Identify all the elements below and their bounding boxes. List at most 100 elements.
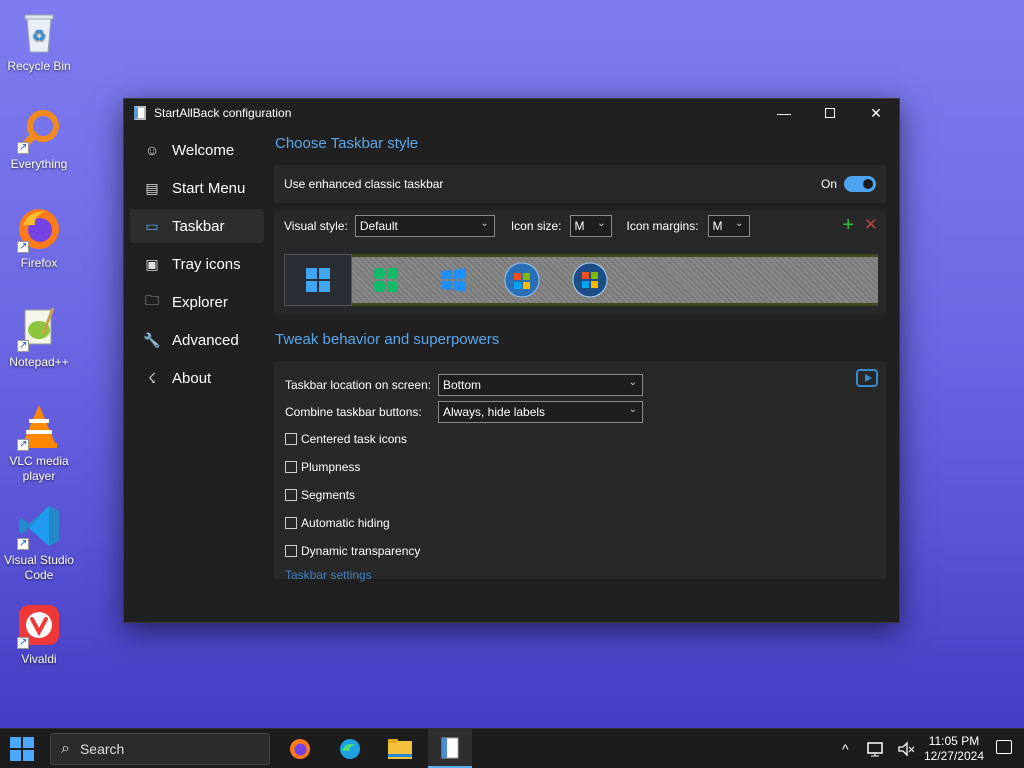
taskbar-settings-link[interactable]: Taskbar settings <box>285 568 875 582</box>
checkbox-box[interactable] <box>285 545 297 557</box>
network-icon[interactable] <box>866 729 886 768</box>
desktop-icon-firefox[interactable]: Firefox <box>2 205 76 271</box>
desktop-icon-vlc[interactable]: VLC media player <box>2 403 76 484</box>
style-preview-vista[interactable] <box>556 254 624 306</box>
enhanced-taskbar-row: Use enhanced classic taskbar On <box>274 165 886 203</box>
desktop-icon-notepadpp[interactable]: Notepad++ <box>2 304 76 370</box>
visual-style-card: Visual style: Default ⌄ Icon size: M ⌄ I… <box>274 210 886 314</box>
chevron-down-icon: ⌄ <box>628 376 637 388</box>
taskbar-location-select[interactable]: Bottom ⌄ <box>438 373 643 396</box>
checkbox-box[interactable] <box>285 517 297 529</box>
desktop-icon-vscode[interactable]: Visual Studio Code <box>2 502 76 583</box>
desktop-icon-vivaldi[interactable]: Vivaldi <box>2 601 76 667</box>
start-button[interactable] <box>10 737 34 761</box>
sidebar-item-label: Tray icons <box>172 255 241 273</box>
sidebar-item-welcome[interactable]: ☺ Welcome <box>130 133 264 167</box>
enhanced-taskbar-toggle[interactable] <box>844 176 876 192</box>
automatic-hiding-checkbox[interactable]: Automatic hiding <box>285 509 875 537</box>
svg-text:♻: ♻ <box>32 26 46 45</box>
startallback-app-icon <box>134 106 146 120</box>
startallback-config-window: StartAllBack configuration — ✕ ☺ Welcome… <box>123 98 900 623</box>
add-style-button[interactable]: + <box>842 214 854 237</box>
taskbar-edge[interactable] <box>328 729 372 768</box>
plumpness-checkbox[interactable]: Plumpness <box>285 453 875 481</box>
taskbar-startallback[interactable] <box>428 729 472 768</box>
checkbox-box[interactable] <box>285 489 297 501</box>
desktop-icon-recycle-bin[interactable]: ♻ Recycle Bin <box>2 8 76 74</box>
sidebar-item-label: Advanced <box>172 331 239 349</box>
taskbar-firefox[interactable] <box>278 729 322 768</box>
sidebar-item-label: Taskbar <box>172 217 225 235</box>
volume-muted-icon[interactable] <box>896 729 916 768</box>
taskbar-location-label: Taskbar location on screen: <box>285 377 432 392</box>
icon-size-label: Icon size: <box>510 219 562 233</box>
combine-buttons-label: Combine taskbar buttons: <box>285 404 422 419</box>
video-help-icon[interactable] <box>856 369 878 387</box>
icon-margins-select[interactable]: M ⌄ <box>707 215 750 237</box>
style-preview-windows11[interactable] <box>284 254 352 306</box>
close-button[interactable]: ✕ <box>853 99 899 127</box>
windows-logo-icon <box>10 737 21 748</box>
recycle-bin-icon: ♻ <box>15 8 63 56</box>
centered-task-icons-checkbox[interactable]: Centered task icons <box>285 425 875 453</box>
chevron-down-icon: ⌄ <box>628 403 637 415</box>
clock-date: 12/27/2024 <box>923 749 984 763</box>
chevron-down-icon: ⌄ <box>735 218 744 229</box>
show-hidden-icons-button[interactable]: ^ <box>842 729 849 768</box>
visual-style-label: Visual style: <box>284 219 348 233</box>
sidebar-item-start-menu[interactable]: ▤ Start Menu <box>130 171 264 205</box>
firefox-icon <box>290 739 310 759</box>
chevron-up-icon: ^ <box>842 741 849 757</box>
toggle-state-label: On <box>820 177 837 191</box>
folder-icon: 🗀 <box>145 292 159 308</box>
main-panel: Choose Taskbar style Use enhanced classi… <box>274 135 886 582</box>
sidebar-item-taskbar[interactable]: ▭ Taskbar <box>130 209 264 243</box>
checkbox-box[interactable] <box>285 433 297 445</box>
sidebar-item-label: About <box>172 369 212 387</box>
minimize-icon: — <box>777 105 791 121</box>
enhanced-taskbar-toggle-group: On <box>821 176 876 192</box>
remove-style-button[interactable]: ✕ <box>864 215 878 235</box>
green-start-icon <box>374 268 398 292</box>
wrench-icon: 🔧 <box>143 331 161 348</box>
sidebar-item-tray-icons[interactable]: ▣ Tray icons <box>130 247 264 281</box>
edge-icon <box>340 739 360 759</box>
sidebar-item-explorer[interactable]: 🗀 Explorer <box>130 285 264 319</box>
tweak-behavior-heading: Tweak behavior and superpowers <box>275 331 500 348</box>
sidebar: ☺ Welcome ▤ Start Menu ▭ Taskbar ▣ Tray … <box>130 133 264 399</box>
vscode-icon <box>15 502 63 551</box>
vivaldi-icon <box>15 601 63 650</box>
taskbar-search-box[interactable]: ⌕ Search <box>50 733 270 765</box>
checkbox-box[interactable] <box>285 461 297 473</box>
visual-style-select[interactable]: Default ⌄ <box>354 215 495 237</box>
title-bar[interactable]: StartAllBack configuration — ✕ <box>124 99 899 127</box>
enhanced-taskbar-label: Use enhanced classic taskbar <box>284 177 444 191</box>
startallback-icon <box>441 737 459 758</box>
maximize-icon <box>825 108 835 118</box>
style-preview-windows10[interactable] <box>420 254 488 306</box>
sidebar-item-advanced[interactable]: 🔧 Advanced <box>130 323 264 357</box>
desktop-icon-everything[interactable]: Everything <box>2 106 76 172</box>
segments-checkbox[interactable]: Segments <box>285 481 875 509</box>
icon-size-select[interactable]: M ⌄ <box>569 215 612 237</box>
taskbar-clock[interactable]: 11:05 PM 12/27/2024 <box>924 734 984 764</box>
vlc-icon <box>15 403 63 452</box>
chevron-down-icon: ⌄ <box>597 218 606 229</box>
notification-icon[interactable] <box>996 740 1012 754</box>
search-icon: ⌕ <box>61 740 70 757</box>
sidebar-item-label: Explorer <box>172 293 228 311</box>
file-explorer-icon <box>388 739 412 759</box>
taskbar-file-explorer[interactable] <box>378 729 422 768</box>
start-menu-icon: ▤ <box>145 179 159 196</box>
about-icon: ☇ <box>147 369 157 386</box>
style-preview-green[interactable] <box>352 254 420 306</box>
style-preview-windows7[interactable] <box>488 254 556 306</box>
minimize-button[interactable]: — <box>761 99 807 127</box>
taskbar-icon: ▭ <box>145 217 159 234</box>
dynamic-transparency-checkbox[interactable]: Dynamic transparency <box>285 537 875 565</box>
combine-buttons-select[interactable]: Always, hide labels ⌄ <box>438 400 643 423</box>
sidebar-item-about[interactable]: ☇ About <box>130 361 264 395</box>
window-title: StartAllBack configuration <box>154 106 292 120</box>
maximize-button[interactable] <box>807 99 853 127</box>
taskbar: ⌕ Search ^ 11:05 PM 12/27/2024 <box>0 728 1024 768</box>
